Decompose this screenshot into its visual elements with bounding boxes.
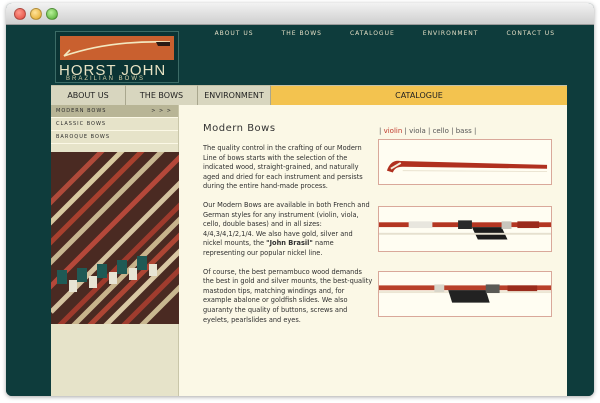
bow-frog-image[interactable] xyxy=(378,206,552,252)
sidebar-item-label: MODERN BOWS xyxy=(56,108,107,114)
tab-catalogue[interactable]: CATALOGUE xyxy=(271,85,567,105)
top-navigation: ABOUT US THE BOWS CATALOGUE ENVIRONMENT … xyxy=(215,30,555,37)
bows-photo xyxy=(51,152,179,324)
sidebar: MODERN BOWS > > > CLASSIC BOWS BAROQUE B… xyxy=(51,105,179,396)
sidebar-arrows: > > > xyxy=(151,108,172,114)
sidebar-item-label: CLASSIC BOWS xyxy=(56,121,107,127)
bow-tip-image[interactable] xyxy=(378,139,552,185)
sidebar-item-label: BAROQUE BOWS xyxy=(56,134,110,140)
john-brasil-name: "John Brasil" xyxy=(266,239,313,248)
paragraph-2: Our Modern Bows are available in both Fr… xyxy=(203,201,373,259)
topnav-catalogue[interactable]: CATALOGUE xyxy=(350,30,395,37)
page-title: Modern Bows xyxy=(203,123,276,134)
minimize-window-button[interactable] xyxy=(30,8,42,20)
bow-frog-side-image[interactable] xyxy=(378,271,552,317)
link-cello[interactable]: cello xyxy=(433,127,449,135)
topnav-contact-us[interactable]: CONTACT US xyxy=(506,30,555,37)
bow-logo-image xyxy=(60,36,174,60)
main-content: Modern Bows The quality control in the c… xyxy=(203,123,373,334)
link-separator: | xyxy=(404,127,407,135)
link-separator: | xyxy=(473,127,477,135)
link-separator: | xyxy=(427,127,431,135)
logo-tagline: BRAZILIAN BOWS xyxy=(66,76,146,82)
main-navigation: ABOUT US THE BOWS ENVIRONMENT CATALOGUE xyxy=(51,85,567,105)
site-header: HORST JOHN BRAZILIAN BOWS ABOUT US THE B… xyxy=(51,25,567,85)
sidebar-item-modern-bows[interactable]: MODERN BOWS > > > xyxy=(51,105,178,118)
tab-about-us[interactable]: ABOUT US xyxy=(51,85,126,105)
link-viola[interactable]: viola xyxy=(409,127,426,135)
close-window-button[interactable] xyxy=(14,8,26,20)
page: HORST JOHN BRAZILIAN BOWS ABOUT US THE B… xyxy=(6,25,594,396)
browser-window: HORST JOHN BRAZILIAN BOWS ABOUT US THE B… xyxy=(6,3,594,396)
paragraph-1: The quality control in the crafting of o… xyxy=(203,144,363,191)
tab-the-bows[interactable]: THE BOWS xyxy=(126,85,198,105)
maximize-window-button[interactable] xyxy=(46,8,58,20)
logo[interactable]: HORST JOHN BRAZILIAN BOWS xyxy=(55,31,179,83)
link-violin[interactable]: violin xyxy=(384,127,403,135)
instrument-links: | violin | viola | cello | bass | xyxy=(379,127,476,135)
tab-environment[interactable]: ENVIRONMENT xyxy=(198,85,271,105)
link-separator: | xyxy=(379,127,382,135)
link-bass[interactable]: bass xyxy=(456,127,472,135)
topnav-environment[interactable]: ENVIRONMENT xyxy=(423,30,479,37)
website: HORST JOHN BRAZILIAN BOWS ABOUT US THE B… xyxy=(51,25,567,396)
window-titlebar xyxy=(6,3,594,25)
sidebar-item-baroque-bows[interactable]: BAROQUE BOWS xyxy=(51,131,178,144)
sidebar-item-classic-bows[interactable]: CLASSIC BOWS xyxy=(51,118,178,131)
paragraph-3: Of course, the best pernambuco wood dema… xyxy=(203,267,373,324)
link-separator: | xyxy=(451,127,454,135)
topnav-about-us[interactable]: ABOUT US xyxy=(215,30,254,37)
topnav-the-bows[interactable]: THE BOWS xyxy=(282,30,322,37)
